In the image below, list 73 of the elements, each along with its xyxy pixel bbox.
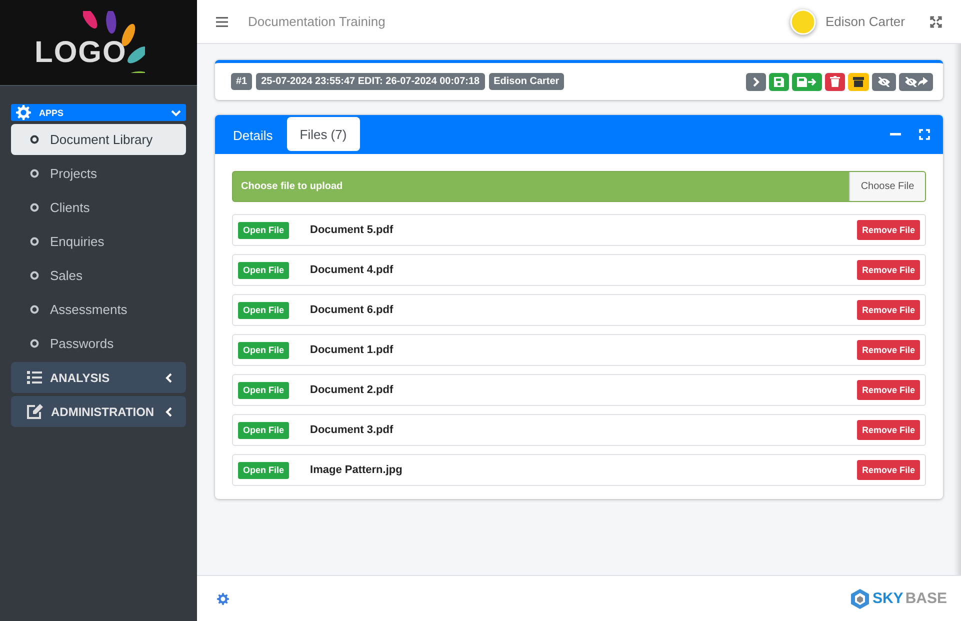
menu-item[interactable]: Document Library [11,124,186,155]
choose-file-button[interactable]: Choose File [849,172,925,201]
open-file-button[interactable]: Open File [238,302,290,318]
file-name: Document 4.pdf [310,264,394,276]
edit-icon [27,404,43,419]
file-name: Document 5.pdf [310,224,394,236]
open-file-button[interactable]: Open File [238,222,290,238]
open-file-button[interactable]: Open File [238,342,290,358]
chevron-icon [164,372,174,382]
menu-group[interactable]: APPS [11,104,186,121]
eye-slash-icon [877,76,891,86]
remove-file-button[interactable]: Remove File [856,300,920,320]
file-name: Document 3.pdf [310,424,394,436]
open-file-button[interactable]: Open File [238,262,290,278]
circle-icon [30,203,39,212]
file-name: Document 1.pdf [310,344,394,356]
chevron-icon [171,108,181,118]
remove-file-button[interactable]: Remove File [856,260,920,280]
circle-icon [30,271,39,280]
settings-icon [16,105,31,120]
minimize-icon[interactable] [890,133,901,136]
file-name: Image Pattern.jpg [310,464,402,476]
file-name: Document 6.pdf [310,304,394,316]
page-title: Documentation Training [248,14,386,29]
open-file-button[interactable]: Open File [238,422,290,438]
menu-group[interactable]: ANALYSIS [11,362,186,393]
menu-item[interactable]: Clients [11,192,186,223]
chevron-icon [751,76,761,86]
file-upload-field[interactable]: Choose file to upload Choose File [232,171,926,202]
circle-icon [30,169,39,178]
remove-file-button[interactable]: Remove File [856,420,920,440]
delete-button[interactable] [825,72,845,90]
menu-icon[interactable] [216,16,228,26]
menu-item[interactable]: Assessments [11,294,186,325]
menu-item[interactable]: Enquiries [11,226,186,257]
expand-icon[interactable] [919,129,930,140]
open-file-button[interactable]: Open File [238,382,290,398]
circle-icon [30,237,39,246]
list-icon [27,371,42,384]
tab[interactable]: Details [223,119,283,151]
floppy-arrow-icon [797,76,817,86]
settings-icon[interactable] [217,592,229,604]
fullscreen-icon[interactable] [930,16,942,28]
hide-button[interactable] [872,72,896,90]
save-next-button[interactable] [792,72,822,90]
brand-logo: SKYBASE [850,588,947,608]
circle-icon [30,339,39,348]
open-file-button[interactable]: Open File [238,462,290,478]
info-badge: #1 [231,73,252,90]
menu-item[interactable]: Projects [11,158,186,189]
tab[interactable]: Files (7) [286,117,360,151]
user-name[interactable]: Edison Carter [826,14,905,29]
circle-icon [30,305,39,314]
archive-button[interactable] [848,72,869,90]
info-badge: 25-07-2024 23:55:47 EDIT: 26-07-2024 00:07:18 [256,73,485,90]
menu-item[interactable]: Passwords [11,328,186,359]
menu-group[interactable]: ADMINISTRATION [11,396,186,427]
circle-icon [30,135,39,144]
eye-slash-arrow-icon [904,76,928,86]
save-button[interactable] [769,72,789,90]
file-name: Document 2.pdf [310,384,394,396]
chevron-icon [164,406,174,416]
hide-forward-button[interactable] [899,72,933,90]
remove-file-button[interactable]: Remove File [856,220,920,240]
next-button[interactable] [746,72,766,90]
info-badge: Edison Carter [488,73,564,90]
remove-file-button[interactable]: Remove File [856,340,920,360]
archive-box-icon [853,76,864,86]
trash-icon [830,76,840,87]
brand-logo: LOGO [34,10,162,74]
menu-item[interactable]: Sales [11,260,186,291]
remove-file-button[interactable]: Remove File [856,460,920,480]
remove-file-button[interactable]: Remove File [856,380,920,400]
